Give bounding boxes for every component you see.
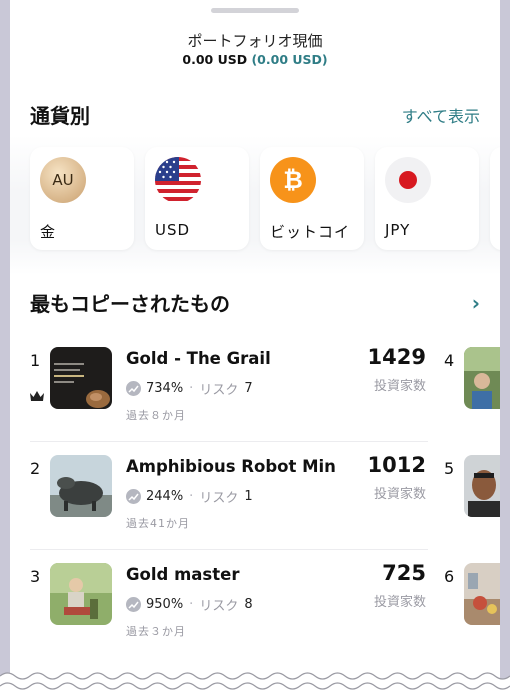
currency-card-usd[interactable]: USD (145, 147, 249, 250)
trader-avatar[interactable] (464, 455, 500, 517)
investor-count-label: 投資家数 (373, 379, 426, 394)
risk-label: リスク (199, 599, 239, 614)
investor-count-label: 投資家数 (373, 595, 426, 610)
trader-avatar (50, 347, 112, 409)
currency-label: 金 (40, 223, 57, 241)
see-all-link[interactable]: すべて表示 (402, 103, 480, 127)
trend-up-icon (126, 597, 141, 612)
japan-flag-icon (385, 157, 431, 203)
investor-count-label: 投資家数 (373, 487, 426, 502)
copy-trader-row[interactable]: 2 Amphibious Robot Min 244% · リスク 1 過去41… (30, 453, 428, 545)
trader-stats: 734% · リスク 7 (126, 379, 253, 398)
portfolio-title: ポートフォリオ現価 (187, 32, 323, 50)
trend-up-icon (126, 489, 141, 504)
period-label: 過去８か月 (126, 409, 186, 422)
us-flag-icon (155, 157, 201, 203)
row-divider (30, 441, 428, 442)
risk-value: 1 (244, 489, 253, 504)
trader-avatar[interactable] (464, 563, 500, 625)
risk-value: 8 (244, 597, 253, 612)
return-value: 244% (146, 489, 184, 504)
risk-value: 7 (244, 381, 253, 396)
currency-label: JPY (385, 221, 411, 239)
portfolio-value-amount: 0.00 USD (182, 52, 248, 67)
copy-trader-row[interactable]: 3 Gold master 950% · リスク 8 過去３か月 725 投資家… (30, 561, 428, 653)
risk-label: リスク (199, 383, 239, 398)
sheet-grabber[interactable] (211, 8, 299, 13)
currency-card-jpy[interactable]: JPY (375, 147, 479, 250)
trader-stats: 950% · リスク 8 (126, 595, 253, 614)
app-screen: ポートフォリオ現価 0.00 USD (0.00 USD) 通貨別 すべて表示 … (10, 0, 500, 700)
currency-label: ビットコイ (270, 223, 351, 241)
currency-card-gold[interactable]: AU 金 (30, 147, 134, 250)
period-label: 過去３か月 (126, 625, 186, 638)
bitcoin-icon: ₿ (270, 157, 316, 203)
trader-avatar[interactable] (464, 347, 500, 409)
return-value: 950% (146, 597, 184, 612)
rank-number: 1 (30, 351, 41, 370)
most-copied-title: 最もコピーされたもの (30, 292, 230, 316)
torn-edge-decoration (0, 672, 510, 700)
rank-number: 3 (30, 567, 41, 586)
rank-number: 4 (444, 351, 455, 370)
trader-name: Gold master (126, 565, 240, 584)
chevron-right-icon[interactable]: › (472, 291, 480, 315)
investor-count: 1429 (367, 345, 426, 369)
trader-avatar (50, 455, 112, 517)
rank-number: 6 (444, 567, 455, 586)
investor-count: 725 (382, 561, 426, 585)
currency-card-next[interactable] (490, 147, 500, 250)
trader-avatar (50, 563, 112, 625)
copy-trader-row[interactable]: 1 Gold - The Grail 734% · リスク 7 過去８か月 14… (29, 345, 428, 437)
trader-name: Gold - The Grail (126, 349, 271, 368)
most-copied-header: 最もコピーされたもの › (30, 288, 480, 317)
trend-up-icon (126, 381, 141, 396)
currencies-header: 通貨別 すべて表示 (30, 100, 480, 129)
period-label: 過去41か月 (126, 517, 190, 530)
currency-card-bitcoin[interactable]: ₿ ビットコイ (260, 147, 364, 250)
risk-label: リスク (199, 491, 239, 506)
crown-icon (29, 387, 45, 406)
currency-label: USD (155, 221, 191, 239)
trader-stats: 244% · リスク 1 (126, 487, 253, 506)
portfolio-value-change: (0.00 USD) (251, 52, 328, 67)
trader-name: Amphibious Robot Min (126, 457, 336, 476)
portfolio-value: 0.00 USD (0.00 USD) (10, 52, 500, 67)
currencies-title: 通貨別 (30, 104, 90, 128)
rank-number: 2 (30, 459, 41, 478)
gold-coin-icon: AU (40, 157, 86, 203)
row-divider (30, 549, 428, 550)
rank-number: 5 (444, 459, 455, 478)
investor-count: 1012 (367, 453, 426, 477)
return-value: 734% (146, 381, 184, 396)
